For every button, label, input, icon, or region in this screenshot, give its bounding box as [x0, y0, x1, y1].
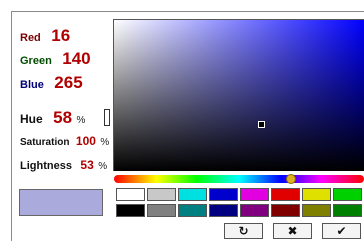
cancel-button[interactable]: ✖: [273, 223, 312, 239]
hue-label: Hue: [20, 112, 43, 126]
color-swatch[interactable]: [209, 188, 238, 201]
blue-row: Blue 265: [20, 73, 83, 93]
green-value[interactable]: 140: [62, 49, 90, 68]
red-value[interactable]: 16: [51, 26, 70, 45]
hue-value[interactable]: 58: [53, 108, 72, 127]
lightness-value[interactable]: 53: [80, 158, 93, 172]
saturation-value[interactable]: 100: [76, 134, 96, 148]
color-swatch[interactable]: [147, 204, 176, 217]
color-swatch[interactable]: [333, 188, 362, 201]
hue-row: Hue 58 %: [20, 108, 85, 128]
lightness-unit: %: [98, 161, 108, 172]
saturation-unit: %: [100, 137, 110, 148]
color-swatch[interactable]: [271, 188, 300, 201]
blue-label: Blue: [20, 79, 44, 91]
color-swatch[interactable]: [302, 188, 331, 201]
color-field[interactable]: [113, 19, 364, 171]
ok-button[interactable]: ✔: [322, 223, 361, 239]
red-label: Red: [20, 32, 41, 44]
hue-slider[interactable]: [114, 175, 364, 183]
green-label: Green: [20, 55, 52, 67]
color-swatch[interactable]: [240, 188, 269, 201]
saturation-row: Saturation 100 %: [20, 132, 109, 150]
cancel-icon: ✖: [287, 224, 298, 238]
lightness-row: Lightness 53 %: [20, 156, 107, 174]
hue-slider-thumb[interactable]: [286, 174, 296, 184]
color-swatch[interactable]: [209, 204, 238, 217]
red-row: Red 16: [20, 26, 70, 46]
color-swatch[interactable]: [116, 188, 145, 201]
hue-unit: %: [76, 115, 86, 126]
color-field-cursor[interactable]: [258, 121, 265, 128]
color-swatch[interactable]: [333, 204, 362, 217]
color-swatch[interactable]: [271, 204, 300, 217]
color-swatch[interactable]: [178, 188, 207, 201]
saturation-label: Saturation: [20, 137, 70, 148]
color-swatch[interactable]: [240, 204, 269, 217]
hsl-slider-handle[interactable]: [104, 109, 110, 126]
color-swatch[interactable]: [116, 204, 145, 217]
check-icon: ✔: [336, 224, 347, 238]
lightness-label: Lightness: [20, 160, 72, 172]
green-row: Green 140: [20, 49, 91, 69]
color-swatch[interactable]: [302, 204, 331, 217]
color-swatch[interactable]: [147, 188, 176, 201]
reset-button[interactable]: ↻: [224, 223, 263, 239]
color-swatch[interactable]: [178, 204, 207, 217]
color-preview: [19, 189, 103, 216]
blue-value[interactable]: 265: [54, 73, 82, 92]
reset-icon: ↻: [238, 224, 249, 238]
